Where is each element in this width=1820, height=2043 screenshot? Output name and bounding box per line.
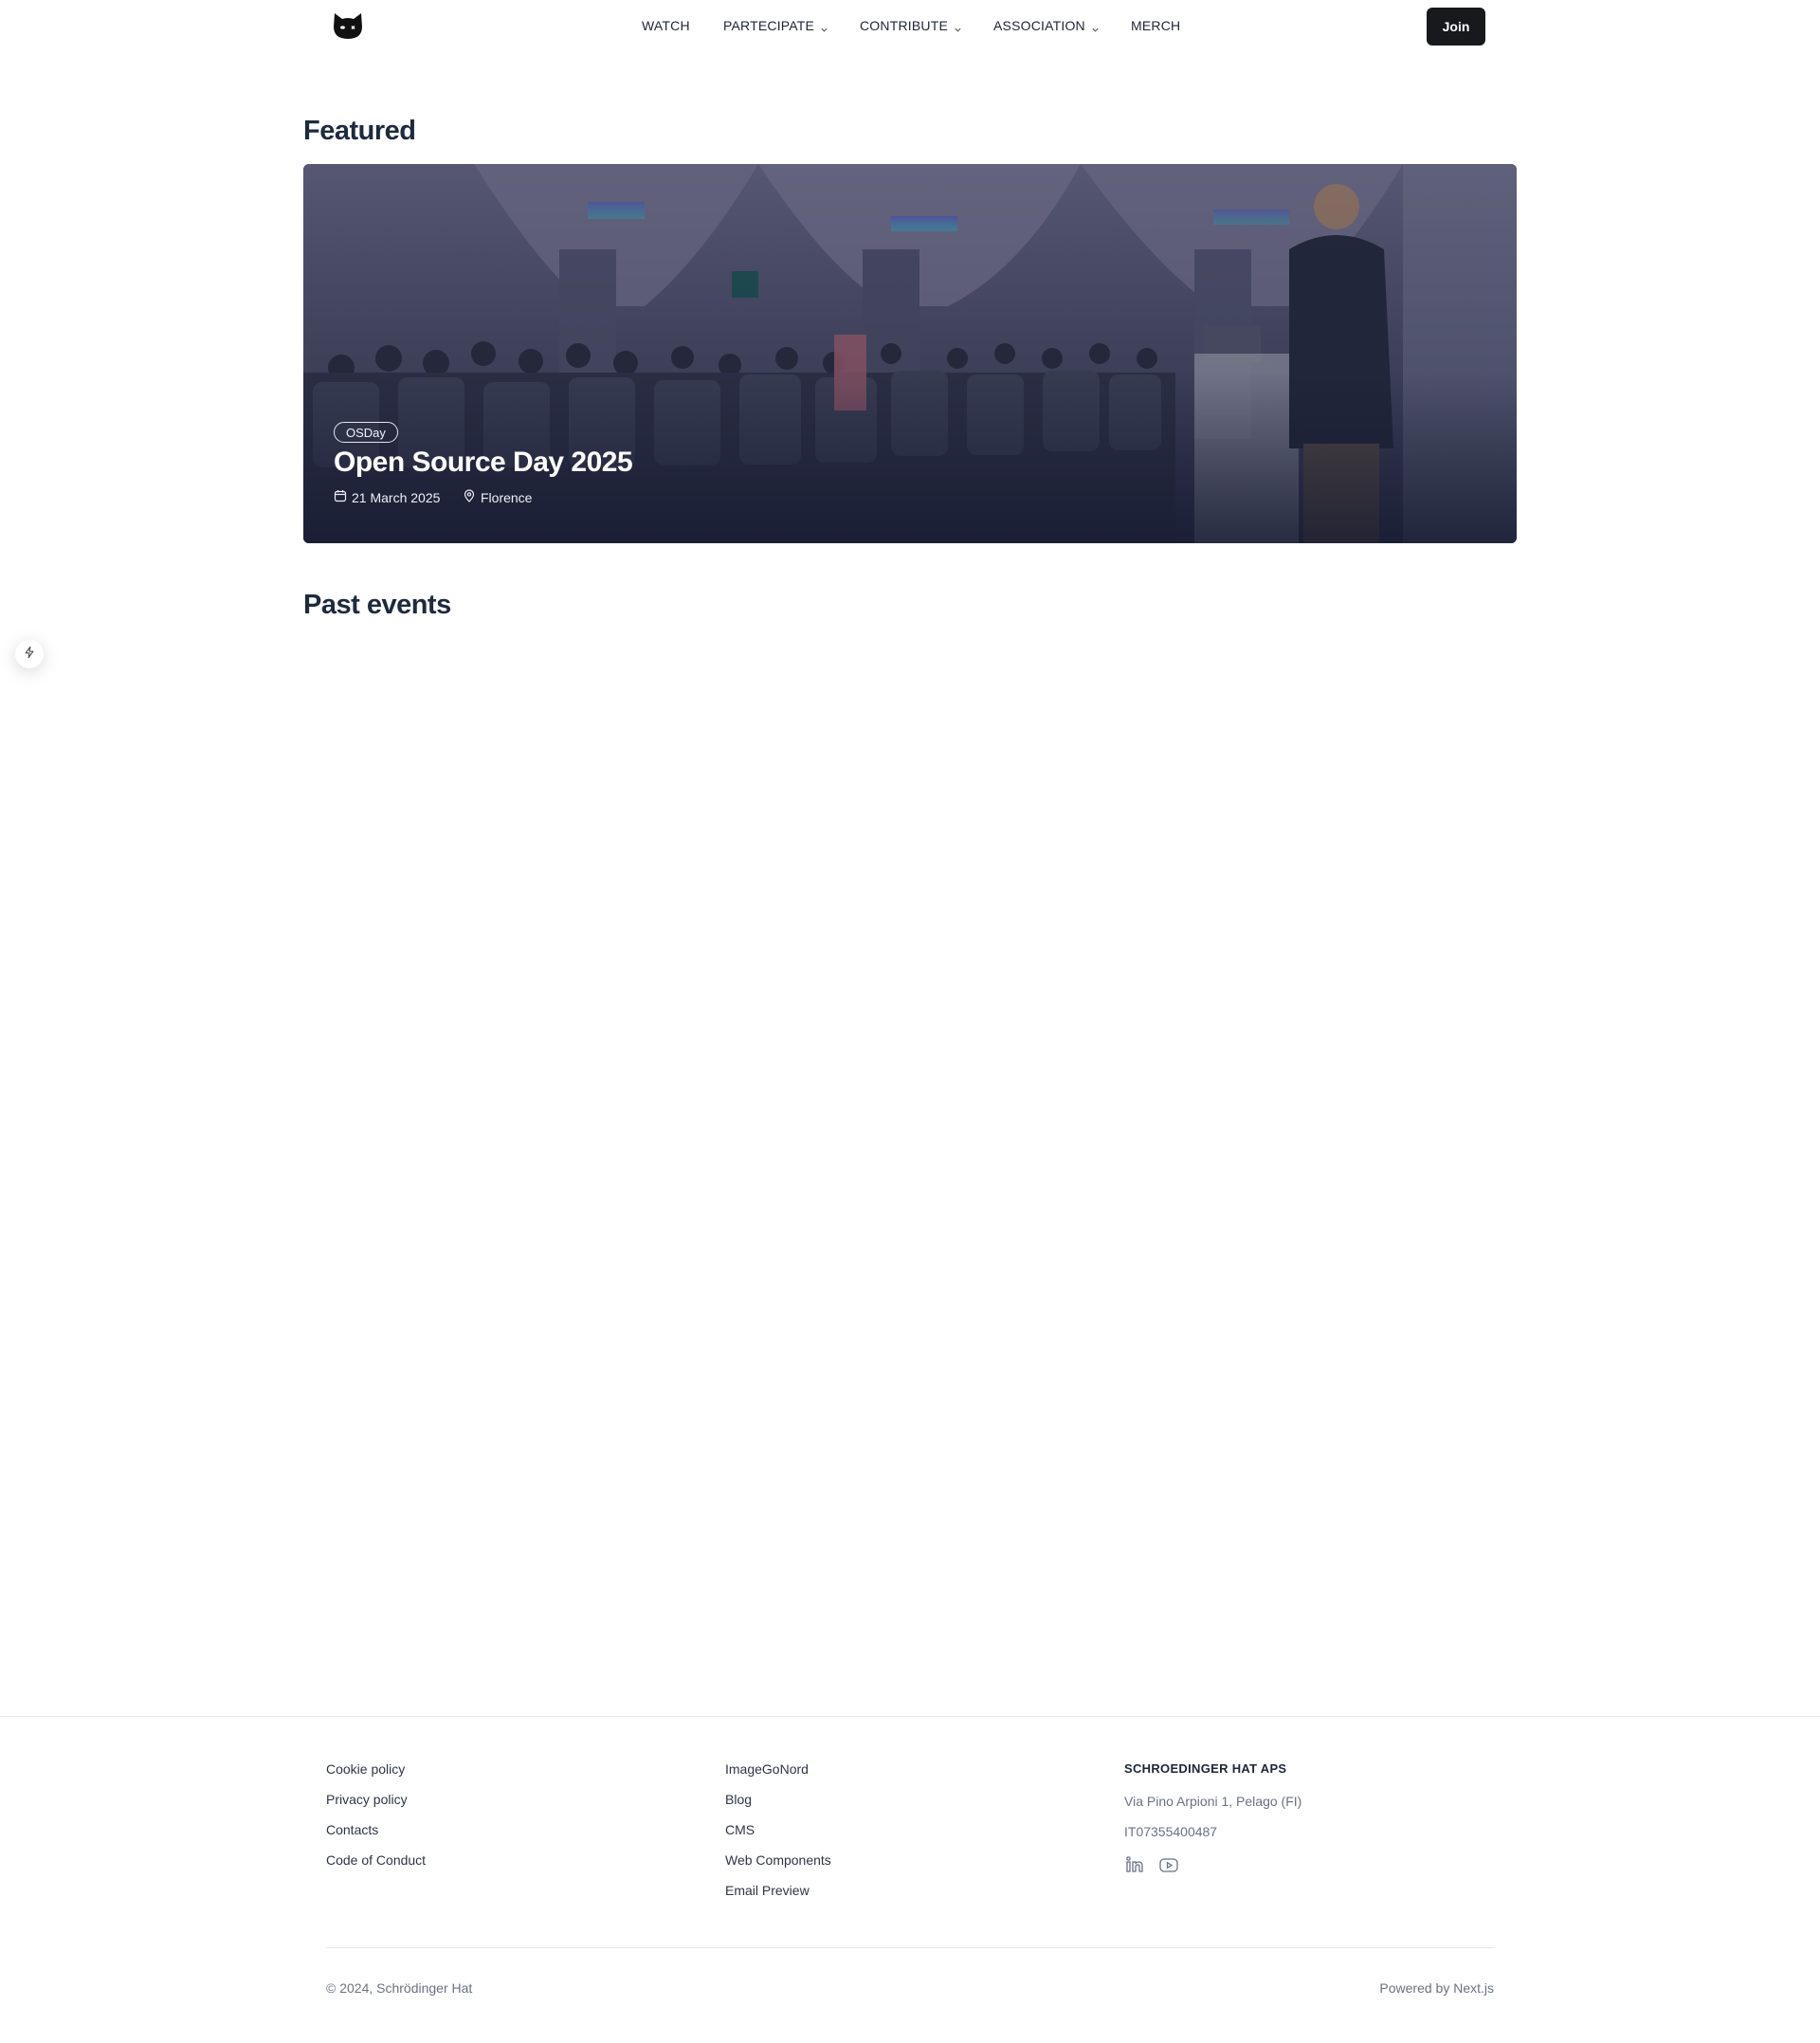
event-tag-badge[interactable]: OSDay xyxy=(334,422,398,443)
nav-contribute-label: CONTRIBUTE xyxy=(860,18,948,33)
chevron-down-icon xyxy=(1091,22,1100,32)
footer-link-code-of-conduct[interactable]: Code of Conduct xyxy=(326,1852,426,1868)
event-location-text: Florence xyxy=(481,489,533,505)
footer-link-imagegonord[interactable]: ImageGoNord xyxy=(725,1761,831,1777)
youtube-icon[interactable] xyxy=(1158,1854,1179,1875)
nav-partecipate-label: PARTECIPATE xyxy=(723,18,815,33)
powered-by-link[interactable]: Powered by Next.js xyxy=(1379,1980,1494,1996)
featured-heading: Featured xyxy=(303,116,416,146)
company-vat: IT07355400487 xyxy=(1124,1824,1218,1839)
main-nav: WATCH PARTECIPATE CONTRIBUTE ASSOCIATION… xyxy=(0,0,1820,53)
linkedin-icon[interactable] xyxy=(1124,1854,1145,1875)
event-location: Florence xyxy=(463,489,532,505)
past-events-heading: Past events xyxy=(303,590,451,620)
calendar-icon xyxy=(334,489,347,505)
nav-association-label: ASSOCIATION xyxy=(993,18,1085,33)
footer-link-cms[interactable]: CMS xyxy=(725,1822,831,1837)
footer-divider xyxy=(326,1947,1494,1948)
chevron-down-icon xyxy=(820,22,828,32)
chevron-down-icon xyxy=(954,22,962,32)
footer-link-blog[interactable]: Blog xyxy=(725,1792,831,1807)
event-date: 21 March 2025 xyxy=(334,489,440,505)
nav-merch[interactable]: MERCH xyxy=(1131,18,1180,33)
nav-contribute[interactable]: CONTRIBUTE xyxy=(860,18,962,33)
footer-link-email-preview[interactable]: Email Preview xyxy=(725,1883,831,1898)
nav-association[interactable]: ASSOCIATION xyxy=(993,18,1100,33)
footer-link-cookie-policy[interactable]: Cookie policy xyxy=(326,1761,426,1777)
site-header: WATCH PARTECIPATE CONTRIBUTE ASSOCIATION… xyxy=(0,0,1820,53)
copyright-text: © 2024, Schrödinger Hat xyxy=(326,1980,473,1996)
nav-watch-label: WATCH xyxy=(642,18,690,33)
join-button[interactable]: Join xyxy=(1427,8,1485,46)
location-pin-icon xyxy=(463,489,476,505)
nav-partecipate[interactable]: PARTECIPATE xyxy=(723,18,828,33)
company-name: SCHROEDINGER HAT APS xyxy=(1124,1761,1287,1776)
company-address: Via Pino Arpioni 1, Pelago (FI) xyxy=(1124,1794,1302,1809)
floating-action-button[interactable] xyxy=(15,640,44,668)
event-title: Open Source Day 2025 xyxy=(334,447,633,478)
nav-merch-label: MERCH xyxy=(1131,18,1181,33)
footer-project-links: ImageGoNord Blog CMS Web Components Emai… xyxy=(725,1761,831,1913)
photo-overlay xyxy=(303,164,1517,543)
footer-link-web-components[interactable]: Web Components xyxy=(725,1852,831,1868)
nav-watch[interactable]: WATCH xyxy=(642,18,690,33)
featured-event-card[interactable]: OSDay Open Source Day 2025 21 March 2025… xyxy=(303,164,1517,543)
lightning-icon xyxy=(23,646,36,664)
footer-link-privacy-policy[interactable]: Privacy policy xyxy=(326,1792,426,1807)
event-date-text: 21 March 2025 xyxy=(352,489,441,505)
footer-top-border xyxy=(0,1716,1820,1717)
social-links xyxy=(1124,1854,1301,1875)
footer-link-contacts[interactable]: Contacts xyxy=(326,1822,426,1837)
footer-legal-links: Cookie policy Privacy policy Contacts Co… xyxy=(326,1761,426,1883)
footer-company-info: SCHROEDINGER HAT APS Via Pino Arpioni 1,… xyxy=(1124,1761,1301,1875)
